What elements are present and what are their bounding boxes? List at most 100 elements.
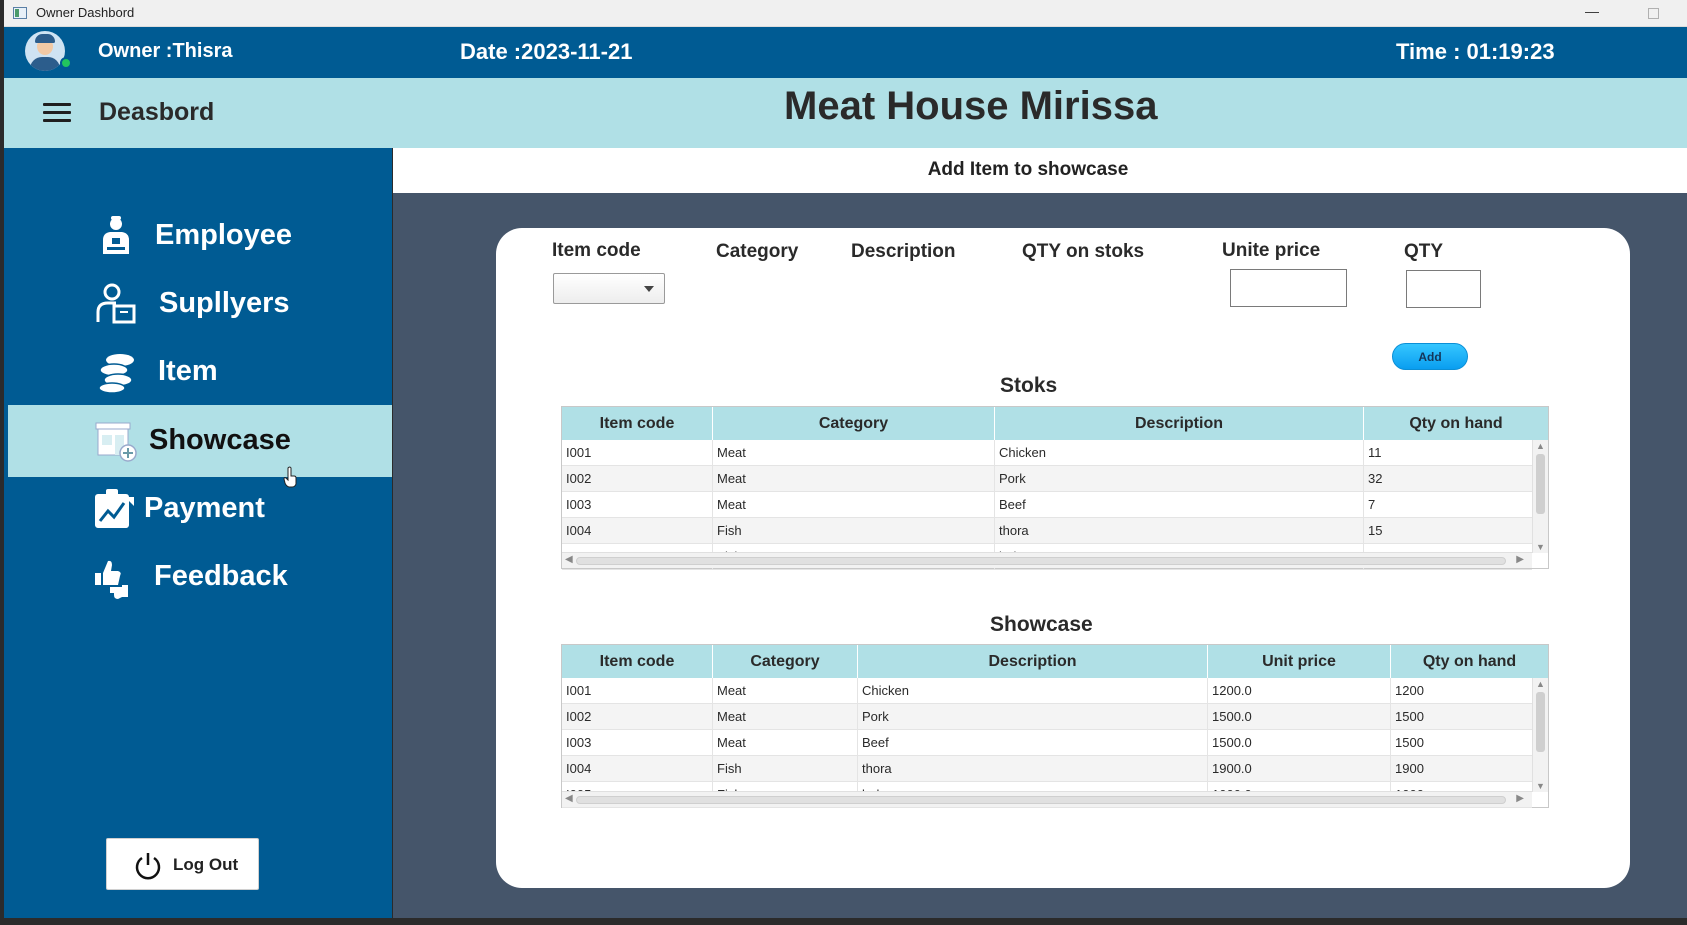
column-header[interactable]: Category	[713, 645, 858, 678]
vertical-scrollbar[interactable]: ▲ ▼	[1532, 678, 1548, 792]
page-title: Add Item to showcase	[927, 159, 1129, 180]
scroll-up-icon[interactable]: ▲	[1536, 680, 1545, 689]
qty-label: QTY	[1404, 241, 1444, 262]
table-cell: 1500	[1395, 735, 1424, 750]
online-status-dot	[60, 57, 72, 69]
table-cell: I003	[562, 492, 713, 518]
sidebar-item-feedback[interactable]: Feedback	[8, 541, 392, 613]
scroll-down-icon[interactable]: ▼	[1536, 543, 1545, 552]
window-title: Owner Dashbord	[36, 5, 135, 20]
add-button[interactable]: Add	[1392, 343, 1468, 370]
table-cell: Chicken	[995, 440, 1364, 466]
dashboard-label[interactable]: Deasbord	[99, 98, 214, 127]
table-cell: I003	[562, 730, 713, 756]
column-header[interactable]: Unit price	[1208, 645, 1391, 678]
sidebar-item-supllyers[interactable]: Supllyers	[8, 268, 392, 340]
table-cell: Meat	[713, 704, 858, 730]
logout-button[interactable]: Log Out	[106, 838, 259, 890]
table-cell: 1200	[1395, 683, 1424, 698]
main-content: Add Item to showcase Item code Category …	[393, 148, 1687, 918]
column-header[interactable]: Item code	[562, 407, 713, 440]
stocks-table-header: Item code Category Description Qty on ha…	[562, 407, 1548, 440]
stocks-table: Item code Category Description Qty on ha…	[561, 406, 1549, 570]
table-cell: Beef	[858, 730, 1208, 756]
scroll-right-icon[interactable]: ▶	[1516, 793, 1524, 804]
sidebar-item-label: Employee	[155, 219, 292, 251]
page-subheader: Add Item to showcase	[393, 148, 1687, 193]
unit-price-field[interactable]	[1230, 269, 1347, 307]
table-cell: thora	[858, 756, 1208, 782]
table-cell: I002	[562, 704, 713, 730]
table-cell: I004	[562, 518, 713, 544]
showcase-title: Showcase	[990, 613, 1093, 636]
qty-on-stock-label: QTY on stoks	[1022, 241, 1145, 262]
vertical-scrollbar[interactable]: ▲ ▼	[1532, 440, 1548, 553]
table-row[interactable]: I004 Fish thora 15	[562, 518, 1532, 544]
sidebar-item-label: Payment	[144, 492, 265, 524]
hand-cursor-icon	[283, 466, 297, 488]
table-row[interactable]: I002 Meat Pork 1500.0 1500	[562, 704, 1532, 730]
table-cell: I004	[562, 756, 713, 782]
horizontal-scrollbar[interactable]: ◀ ▶	[562, 791, 1532, 807]
column-header[interactable]: Description	[995, 407, 1364, 440]
table-row[interactable]: I003 Meat Beef 1500.0 1500	[562, 730, 1532, 756]
showcase-table: Item code Category Description Unit pric…	[561, 644, 1549, 808]
scrollbar-thumb[interactable]	[576, 796, 1506, 804]
table-cell: I002	[562, 466, 713, 492]
table-row[interactable]: I003 Meat Beef 7	[562, 492, 1532, 518]
sidebar-item-showcase[interactable]: Showcase	[8, 405, 392, 477]
table-cell: I001	[562, 678, 713, 704]
table-cell: Meat	[713, 730, 858, 756]
horizontal-scrollbar[interactable]: ◀ ▶	[562, 552, 1532, 568]
sidebar-item-employee[interactable]: Employee	[8, 200, 392, 272]
sidebar-item-payment[interactable]: Payment	[8, 473, 392, 545]
scrollbar-thumb[interactable]	[1536, 692, 1545, 752]
qty-field[interactable]	[1406, 270, 1481, 308]
item-code-label: Item code	[552, 240, 641, 261]
hamburger-menu-icon[interactable]	[43, 103, 71, 123]
scroll-left-icon[interactable]: ◀	[565, 793, 573, 804]
scroll-left-icon[interactable]: ◀	[565, 554, 573, 565]
table-row[interactable]: I001 Meat Chicken 1200.0 1200	[562, 678, 1532, 704]
current-date: Date :2023-11-21	[460, 39, 633, 64]
minimize-button[interactable]: —	[1577, 4, 1607, 22]
column-header[interactable]: Description	[858, 645, 1208, 678]
table-cell: Pork	[858, 704, 1208, 730]
app-header: Deasbord Meat House Mirissa	[4, 78, 1687, 148]
table-cell: 1200.0	[1208, 678, 1391, 704]
scroll-up-icon[interactable]: ▲	[1536, 442, 1545, 451]
supplier-icon	[96, 283, 136, 324]
employee-icon	[103, 216, 129, 254]
table-row[interactable]: I002 Meat Pork 32	[562, 466, 1532, 492]
scrollbar-thumb[interactable]	[576, 557, 1506, 565]
category-label: Category	[716, 241, 799, 262]
table-cell: Beef	[995, 492, 1364, 518]
table-cell: 15	[1368, 523, 1383, 538]
scroll-down-icon[interactable]: ▼	[1536, 782, 1545, 791]
sidebar-item-item[interactable]: Item	[8, 336, 392, 408]
unit-price-label: Unite price	[1222, 240, 1321, 261]
item-code-select[interactable]	[553, 273, 665, 304]
column-header[interactable]: Item code	[562, 645, 713, 678]
column-header[interactable]: Qty on hand	[1364, 407, 1548, 440]
sidebar-item-label: Showcase	[149, 424, 291, 456]
maximize-button[interactable]	[1648, 8, 1659, 19]
sidebar-item-label: Item	[158, 355, 218, 387]
sidebar-item-label: Feedback	[154, 560, 288, 592]
scroll-right-icon[interactable]: ▶	[1516, 554, 1524, 565]
showcase-icon	[95, 422, 137, 462]
scrollbar-thumb[interactable]	[1536, 454, 1545, 514]
avatar	[25, 31, 65, 71]
table-row[interactable]: I001 Meat Chicken 11	[562, 440, 1532, 466]
table-cell: Meat	[713, 440, 995, 466]
sidebar-item-label: Supllyers	[159, 287, 290, 319]
column-header[interactable]: Qty on hand	[1391, 645, 1548, 678]
table-row[interactable]: I004 Fish thora 1900.0 1900	[562, 756, 1532, 782]
table-cell: thora	[995, 518, 1364, 544]
payment-icon	[95, 489, 134, 528]
table-cell: 1500	[1395, 709, 1424, 724]
column-header[interactable]: Category	[713, 407, 995, 440]
owner-name: Owner :Thisra	[98, 40, 233, 62]
app-title: Meat House Mirissa	[784, 84, 1158, 128]
stocks-title: Stoks	[1000, 374, 1058, 397]
